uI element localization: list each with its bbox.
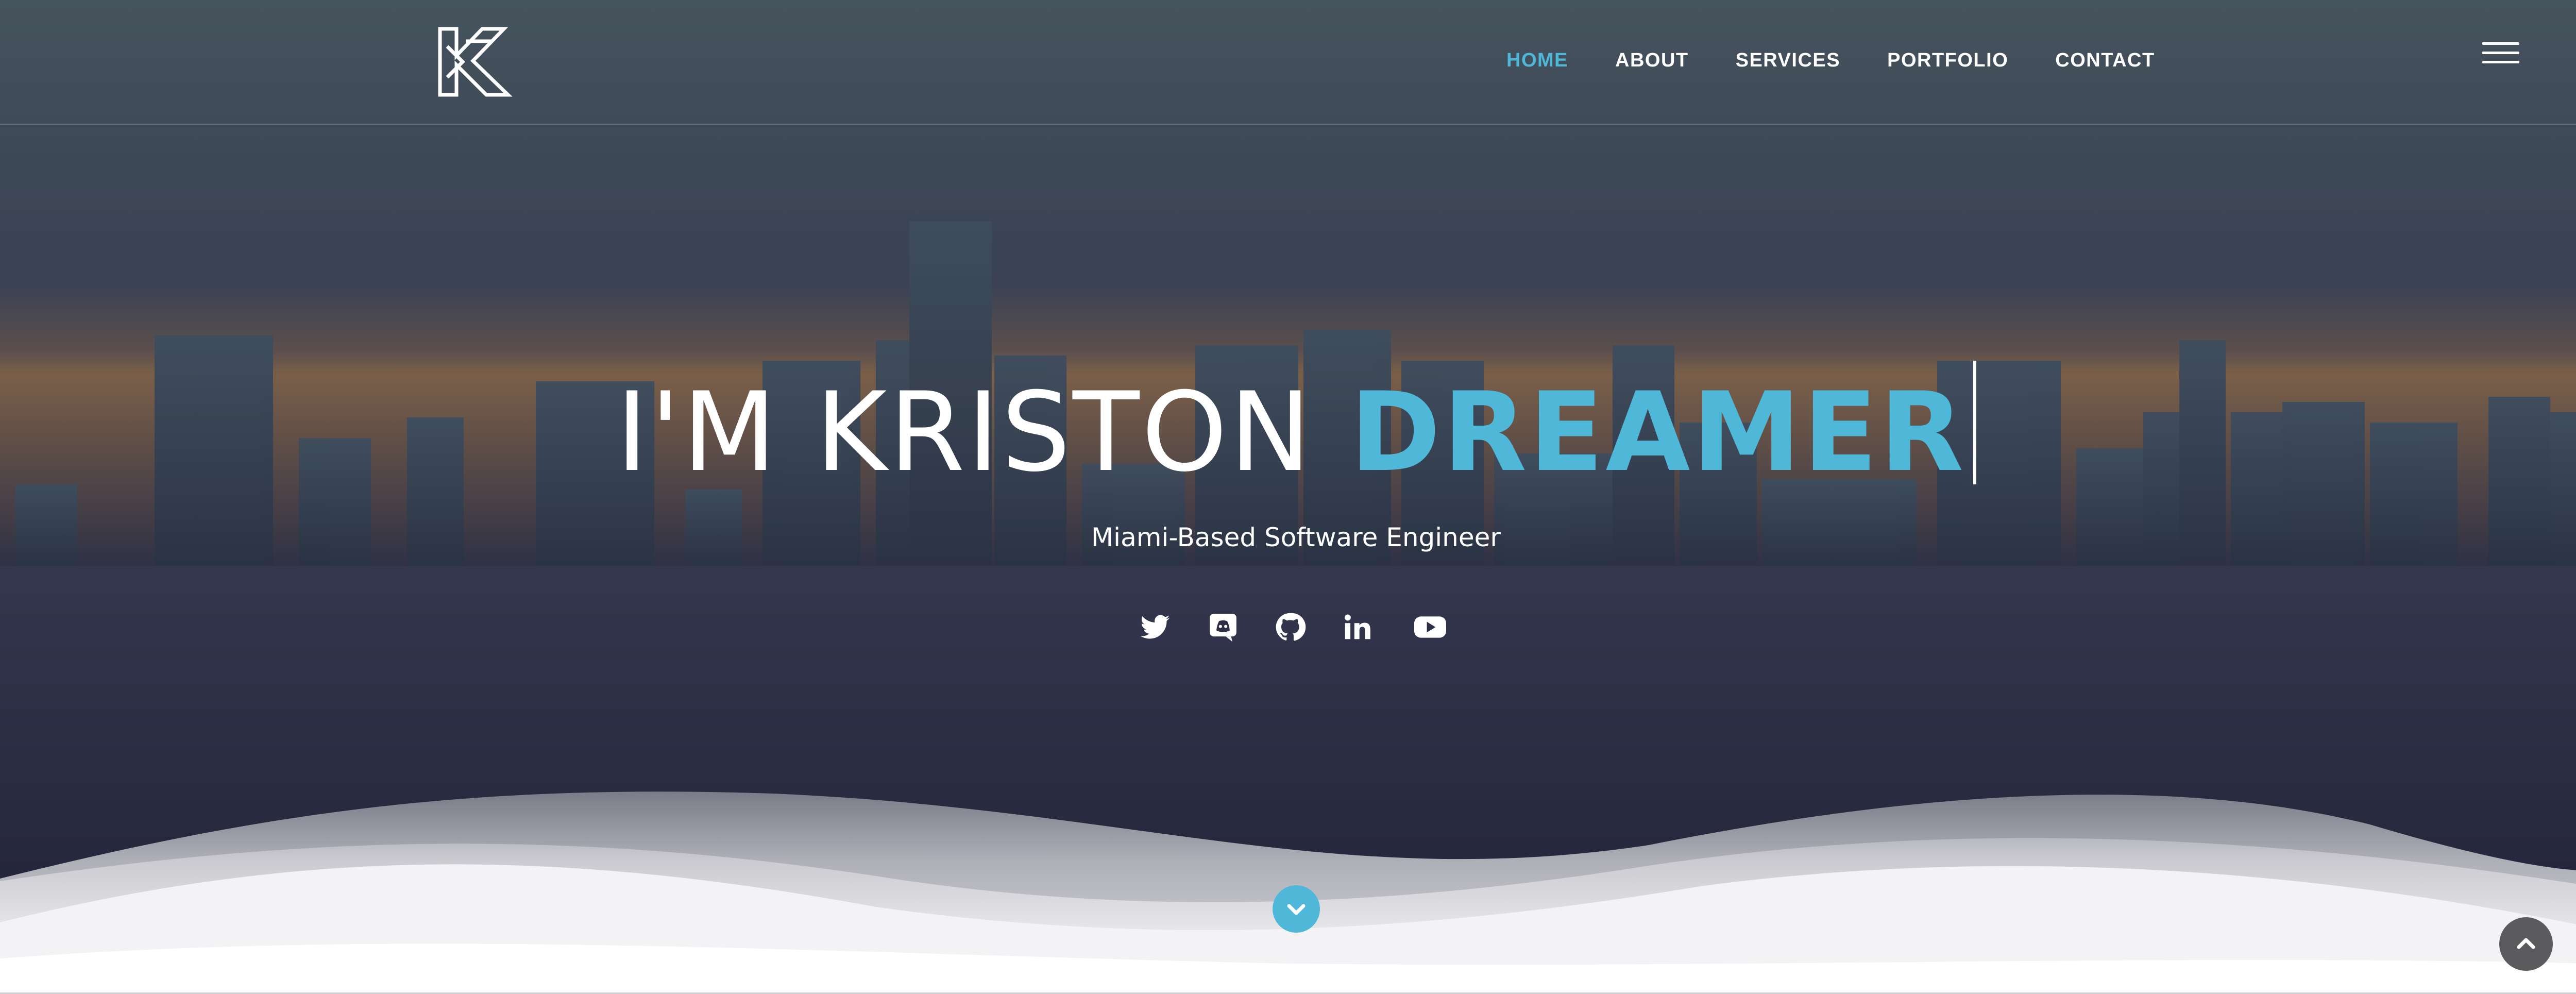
social-links — [1139, 611, 1459, 647]
github-icon[interactable] — [1274, 611, 1306, 643]
typing-cursor — [1973, 361, 1976, 484]
k-logo-icon[interactable] — [436, 26, 513, 98]
nav-about[interactable]: ABOUT — [1615, 49, 1689, 75]
nav-contact[interactable]: CONTACT — [2055, 49, 2155, 75]
hero-title-prefix: I'M KRISTON — [616, 368, 1350, 496]
hero-subtitle: Miami-Based Software Engineer — [1091, 523, 1501, 552]
youtube-icon[interactable] — [1412, 611, 1448, 643]
hero-title-accent: DREAMER — [1350, 368, 1966, 496]
nav-home[interactable]: HOME — [1506, 49, 1568, 75]
linkedin-icon[interactable] — [1341, 611, 1373, 643]
hamburger-menu-icon[interactable] — [2482, 42, 2519, 65]
chevron-down-icon — [1287, 904, 1306, 915]
main-nav: HOME ABOUT SERVICES PORTFOLIO CONTACT — [1506, 49, 2155, 75]
site-header: HOME ABOUT SERVICES PORTFOLIO CONTACT — [0, 0, 2576, 125]
chevron-up-icon — [2517, 938, 2535, 949]
nav-services[interactable]: SERVICES — [1736, 49, 1840, 75]
nav-portfolio[interactable]: PORTFOLIO — [1887, 49, 2008, 75]
back-to-top-button[interactable] — [2499, 917, 2553, 971]
twitter-icon[interactable] — [1139, 611, 1171, 643]
landing-page: HOME ABOUT SERVICES PORTFOLIO CONTACT I'… — [0, 0, 2576, 994]
hero-title: I'M KRISTON DREAMER — [0, 361, 2576, 499]
discord-icon[interactable] — [1207, 611, 1239, 643]
scroll-down-button[interactable] — [1273, 885, 1320, 933]
